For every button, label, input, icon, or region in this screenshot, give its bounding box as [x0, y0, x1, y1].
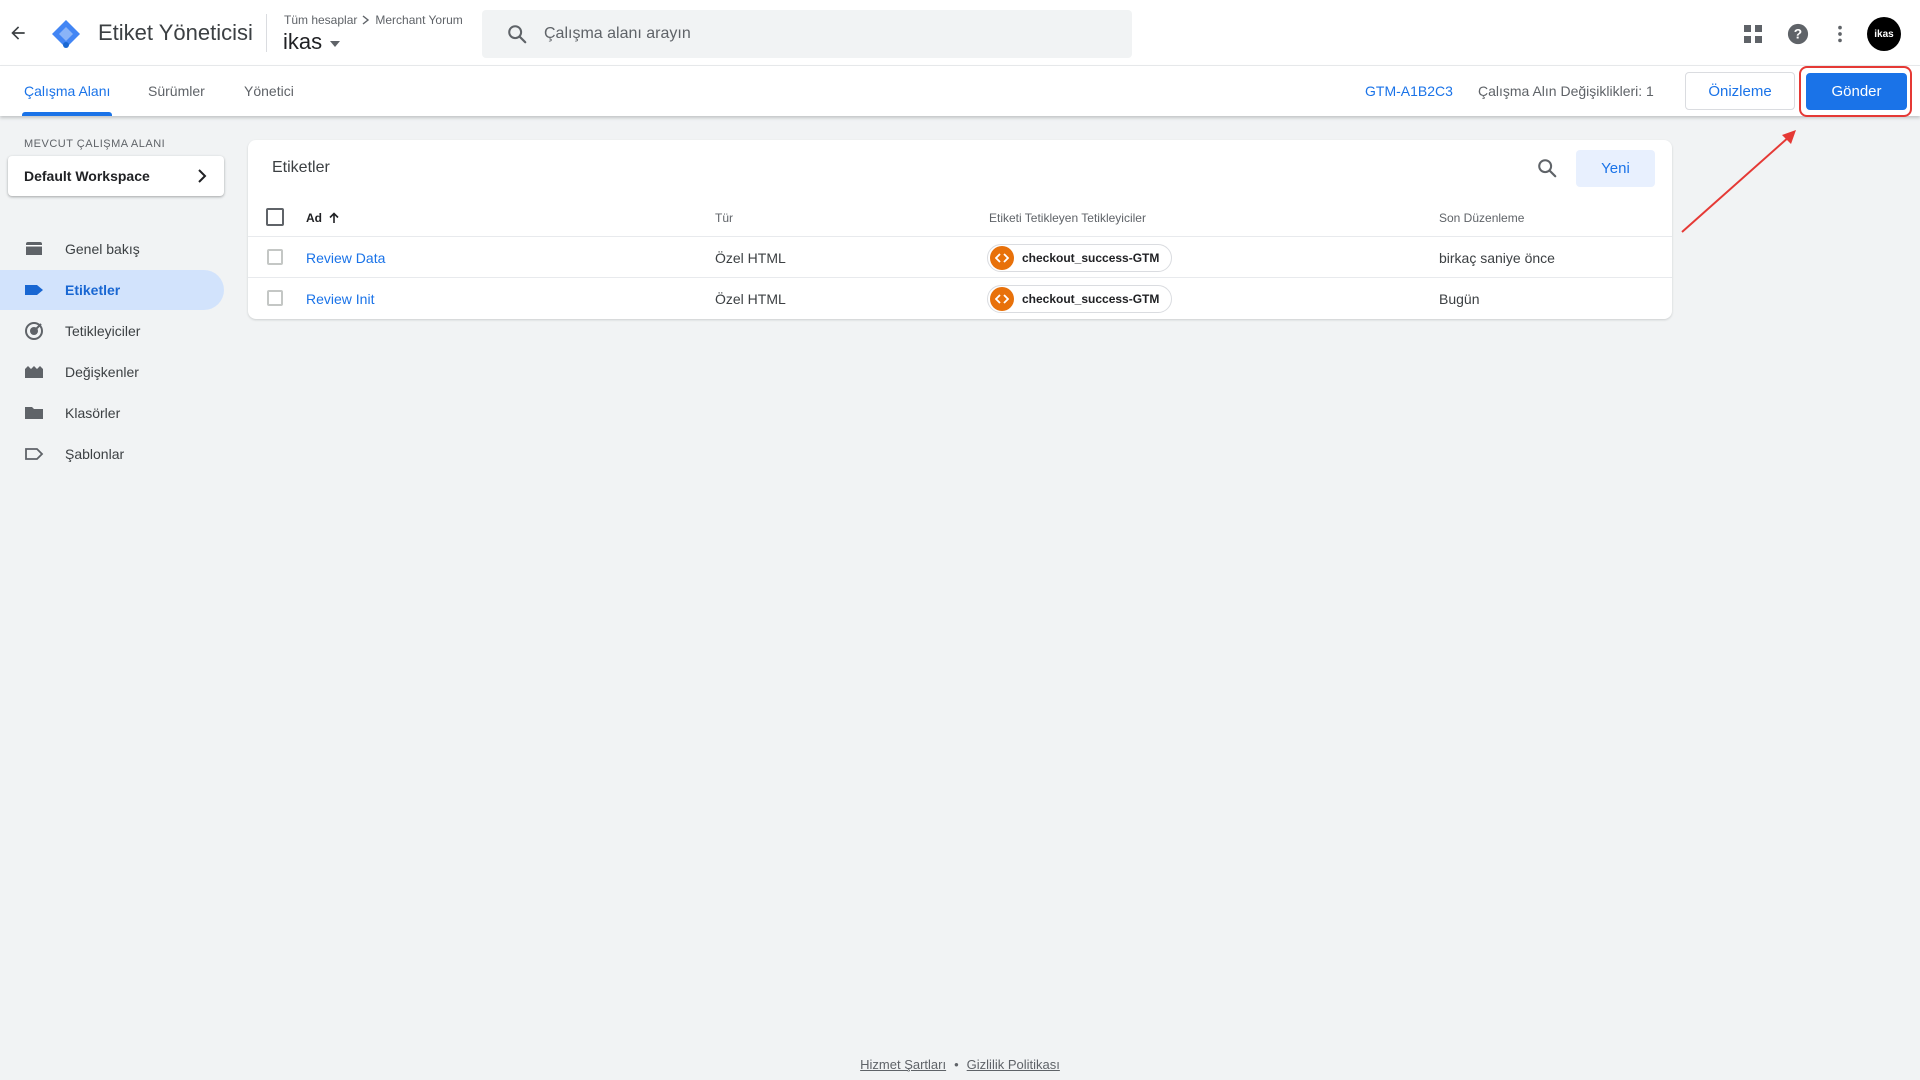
trigger-chip[interactable]: checkout_success-GTM	[987, 244, 1173, 272]
search-placeholder: Çalışma alanı arayın	[544, 25, 691, 42]
sidebar-item-label: Genel bakış	[65, 241, 140, 257]
privacy-policy-link[interactable]: Gizlilik Politikası	[967, 1057, 1060, 1072]
more-vert-icon[interactable]	[1829, 23, 1851, 45]
submit-highlight-annotation	[1799, 66, 1912, 117]
apps-grid-icon[interactable]	[1743, 24, 1763, 44]
container-picker[interactable]: ikas	[283, 29, 342, 55]
top-app-bar: Etiket Yöneticisi Tüm hesaplar Merchant …	[0, 0, 1920, 66]
row-checkbox[interactable]	[267, 249, 283, 265]
custom-event-trigger-icon	[990, 287, 1014, 311]
tags-card: Etiketler Yeni Ad Tür Etiketi Tetikleyen…	[248, 140, 1672, 319]
sidebar-item-label: Etiketler	[65, 282, 121, 298]
sidebar-item-folders[interactable]: Klasörler	[0, 393, 224, 433]
footer: Hizmet Şartları • Gizlilik Politikası	[0, 1057, 1920, 1072]
column-header-name-label: Ad	[306, 211, 322, 225]
tag-name-link[interactable]: Review Init	[306, 291, 374, 307]
table-row: Review Data Özel HTML checkout_success-G…	[248, 236, 1672, 277]
tag-manager-logo-icon	[52, 20, 80, 48]
sidebar-item-label: Klasörler	[65, 405, 121, 421]
overview-icon	[26, 242, 42, 255]
header-divider	[266, 14, 267, 52]
sort-ascending-icon	[329, 212, 339, 223]
select-all-checkbox[interactable]	[266, 208, 284, 226]
tab-admin[interactable]: Yönetici	[244, 83, 294, 99]
sidebar-item-overview[interactable]: Genel bakış	[0, 229, 224, 269]
tag-type: Özel HTML	[715, 291, 786, 307]
chevron-right-icon	[362, 15, 370, 25]
table-row: Review Init Özel HTML checkout_success-G…	[248, 277, 1672, 318]
sidebar-item-triggers[interactable]: Tetikleyiciler	[0, 311, 224, 351]
trigger-icon	[25, 322, 43, 340]
chevron-right-icon	[198, 169, 207, 183]
custom-event-trigger-icon	[990, 246, 1014, 270]
row-checkbox[interactable]	[267, 290, 283, 306]
app-title: Etiket Yöneticisi	[98, 20, 253, 45]
breadcrumb[interactable]: Tüm hesaplar Merchant Yorum	[284, 13, 463, 27]
caret-down-icon	[330, 41, 341, 47]
workspace-changes-count: Çalışma Alın Değişiklikleri: 1	[1478, 83, 1654, 99]
folder-icon	[25, 407, 43, 419]
tags-card-title: Etiketler	[272, 159, 330, 176]
container-name: ikas	[283, 29, 323, 54]
tab-workspace[interactable]: Çalışma Alanı	[24, 83, 110, 99]
current-workspace-label: MEVCUT ÇALIŞMA ALANI	[24, 138, 166, 150]
tag-name-link[interactable]: Review Data	[306, 250, 385, 266]
workspace-name: Default Workspace	[24, 168, 150, 184]
tag-icon	[25, 285, 43, 295]
active-tab-indicator	[22, 112, 112, 116]
container-id-link[interactable]: GTM-A1B2C3	[1365, 83, 1453, 99]
column-header-last-edited[interactable]: Son Düzenleme	[1439, 211, 1524, 225]
sidebar-item-templates[interactable]: Şablonlar	[0, 434, 224, 474]
terms-of-service-link[interactable]: Hizmet Şartları	[860, 1057, 946, 1072]
sidebar-item-tags[interactable]: Etiketler	[0, 270, 224, 310]
sidebar-item-label: Değişkenler	[65, 364, 139, 380]
column-header-type[interactable]: Tür	[715, 211, 733, 225]
breadcrumb-account[interactable]: Merchant Yorum	[375, 13, 462, 27]
workspace-search[interactable]: Çalışma alanı arayın	[482, 10, 1132, 58]
breadcrumb-all-accounts[interactable]: Tüm hesaplar	[284, 13, 357, 27]
column-header-triggers[interactable]: Etiketi Tetikleyen Tetikleyiciler	[989, 211, 1146, 225]
sidebar-item-label: Şablonlar	[65, 446, 125, 462]
sidebar-item-label: Tetikleyiciler	[65, 323, 141, 339]
search-icon[interactable]	[1536, 157, 1558, 179]
workspace-selector[interactable]: Default Workspace	[8, 156, 224, 196]
trigger-name: checkout_success-GTM	[1022, 251, 1160, 265]
tab-versions[interactable]: Sürümler	[148, 83, 205, 99]
sidebar-item-variables[interactable]: Değişkenler	[0, 352, 224, 392]
variables-icon	[25, 366, 43, 378]
back-arrow-icon[interactable]	[8, 23, 28, 43]
search-icon	[508, 25, 527, 44]
last-edited: Bugün	[1439, 291, 1480, 307]
tag-type: Özel HTML	[715, 250, 786, 266]
new-tag-button[interactable]: Yeni	[1576, 150, 1655, 187]
column-header-name[interactable]: Ad	[306, 211, 340, 225]
workspace-toolbar: Çalışma Alanı Sürümler Yönetici GTM-A1B2…	[0, 66, 1920, 116]
help-icon[interactable]: ?	[1787, 23, 1809, 45]
account-avatar[interactable]: ikas	[1867, 17, 1901, 51]
last-edited: birkaç saniye önce	[1439, 250, 1555, 266]
annotation-arrow-icon	[1681, 130, 1796, 233]
template-icon	[25, 448, 44, 460]
footer-separator: •	[954, 1057, 959, 1072]
trigger-chip[interactable]: checkout_success-GTM	[987, 285, 1173, 313]
trigger-name: checkout_success-GTM	[1022, 292, 1160, 306]
preview-button[interactable]: Önizleme	[1685, 72, 1795, 110]
svg-text:?: ?	[1794, 27, 1802, 42]
